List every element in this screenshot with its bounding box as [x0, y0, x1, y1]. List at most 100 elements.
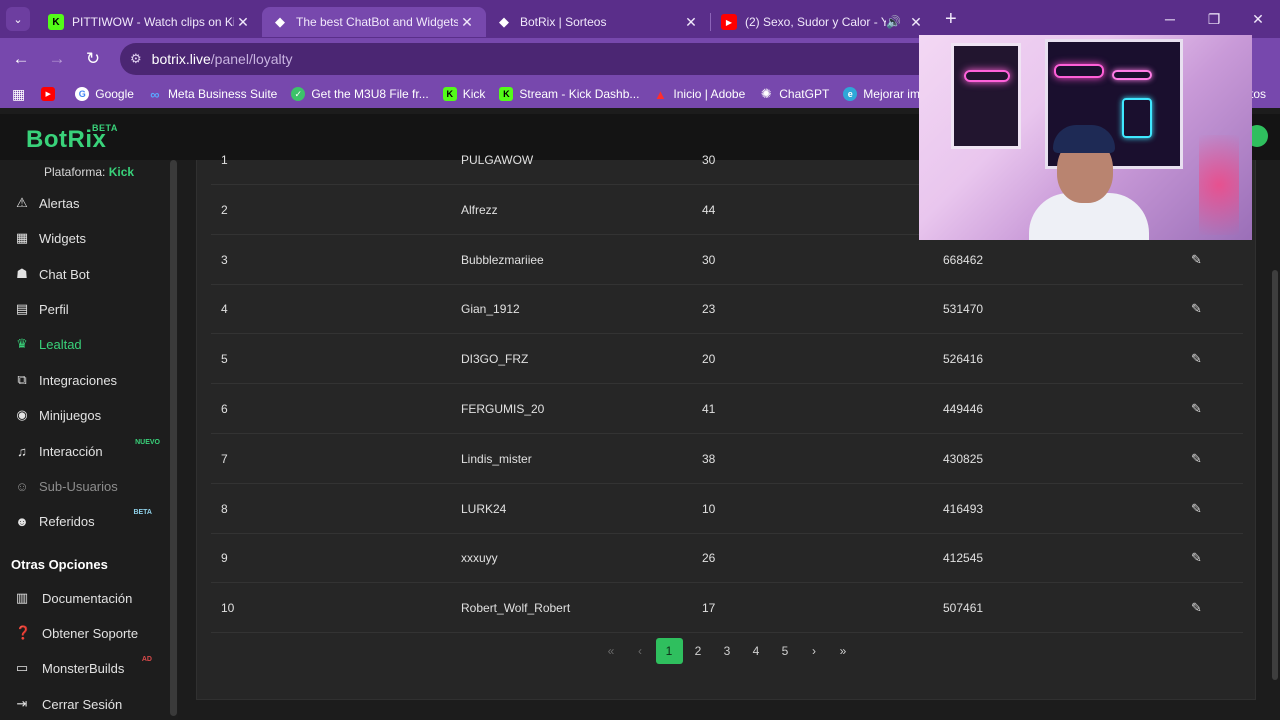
username-cell: xxxuyy	[461, 551, 498, 566]
sidebar-item-integraciones[interactable]: ⧉ Integraciones	[0, 365, 170, 395]
page-2-button[interactable]: 2	[684, 638, 713, 664]
bookmark-kick-dashboard[interactable]: K Stream - Kick Dashb...	[499, 87, 639, 101]
maximize-icon[interactable]: ❐	[1192, 0, 1236, 38]
bookmark-overflow-label[interactable]: tos	[1250, 87, 1266, 101]
bookmark-youtube[interactable]: ▶	[41, 87, 61, 101]
rank-cell: 3	[221, 252, 228, 267]
sidebar-item-sub-usuarios[interactable]: ☺ Sub-Usuarios	[0, 471, 170, 501]
grid-icon: ▦	[15, 230, 29, 245]
sidebar-item-chat-bot[interactable]: ☗ Chat Bot	[0, 259, 170, 289]
sidebar-item-interaccion[interactable]: ♫ Interacción NUEVO	[0, 436, 170, 466]
username-cell: FERGUMIS_20	[461, 402, 545, 416]
rank-cell: 5	[221, 352, 228, 367]
bookmark-label: Google	[95, 87, 134, 101]
back-arrow-icon[interactable]: ←	[4, 42, 38, 76]
logout-icon: ⇥	[16, 696, 28, 711]
sidebar-item-label: Obtener Soporte	[42, 625, 139, 641]
tab-search-button[interactable]: ⌄	[6, 7, 30, 31]
main-content: 1PULGAWOW30✎2Alfrezz44✎3Bubblezmariiee30…	[182, 152, 1280, 720]
points-cell: 526416	[943, 352, 984, 367]
bookmark-label: Meta Business Suite	[167, 87, 278, 101]
reload-icon[interactable]: ↻	[76, 42, 110, 76]
new-tab-button[interactable]: +	[945, 8, 957, 31]
browser-tab-2[interactable]: ◆ The best ChatBot and Widgets ✕	[262, 7, 486, 37]
rank-cell: 7	[221, 451, 228, 466]
sidebar-item-label: Alertas	[39, 195, 80, 211]
sidebar-item-alertas[interactable]: ⚠ Alertas	[0, 188, 170, 218]
page-1-button[interactable]: 1	[655, 638, 683, 664]
sidebar-item-label: Referidos	[39, 513, 95, 529]
leaderboard-panel: 1PULGAWOW30✎2Alfrezz44✎3Bubblezmariiee30…	[196, 152, 1257, 700]
question-icon: ❓	[15, 625, 32, 640]
pagination: « ‹ 1 2 3 4 5 › »	[197, 638, 1257, 664]
bookmark-meta[interactable]: ∞ Meta Business Suite	[148, 87, 278, 102]
sidebar-item-perfil[interactable]: ▤ Perfil	[0, 294, 170, 324]
bookmark-chatgpt[interactable]: ✺ ChatGPT	[759, 86, 829, 101]
site-info-icon[interactable]: ⚙	[130, 51, 142, 67]
bookmark-google[interactable]: G Google	[75, 87, 134, 101]
sidebar-scrollbar[interactable]	[170, 160, 177, 716]
platform-indicator: Plataforma: Kick	[44, 165, 134, 179]
close-window-icon[interactable]: ✕	[1236, 0, 1280, 38]
edit-pencil-icon[interactable]: ✎	[1191, 334, 1202, 384]
value-cell: 38	[702, 451, 716, 466]
kick-icon: K	[499, 87, 514, 101]
sidebar-item-obtener-soporte[interactable]: ❓ Obtener Soporte	[0, 618, 170, 648]
sidebar-item-label: Integraciones	[39, 372, 118, 388]
neon-sign	[1112, 70, 1152, 80]
sidebar-item-cerrar-sesion[interactable]: ⇥ Cerrar Sesión	[0, 689, 170, 719]
sidebar-item-referidos[interactable]: ☻ Referidos BETA	[0, 506, 170, 536]
sidebar-item-widgets[interactable]: ▦ Widgets	[0, 223, 170, 253]
sidebar-item-minijuegos[interactable]: ◉ Minijuegos	[0, 400, 170, 430]
adobe-icon: ▲	[653, 86, 667, 102]
browser-tab-4[interactable]: ▶ (2) Sexo, Sudor y Calor - YouTube 🔊 ✕	[711, 7, 935, 37]
sidebar-item-label: Documentación	[42, 590, 133, 606]
platform-value: Kick	[108, 165, 135, 179]
page-3-button[interactable]: 3	[713, 638, 742, 664]
sidebar-item-documentacion[interactable]: ▥ Documentación	[0, 583, 170, 613]
next-page-icon[interactable]: ›	[800, 638, 829, 664]
close-tab-icon[interactable]: ✕	[458, 14, 476, 31]
page-5-button[interactable]: 5	[771, 638, 800, 664]
bookmark-kick[interactable]: K Kick	[442, 87, 485, 101]
prev-page-icon[interactable]: ‹	[626, 638, 655, 664]
bookmark-m3u8[interactable]: ✓ Get the M3U8 File fr...	[291, 87, 429, 101]
tab-title: The best ChatBot and Widgets	[296, 15, 458, 29]
browser-tabstrip: ⌄ K PITTIWOW - Watch clips on Kick ✕ ◆ T…	[0, 0, 1280, 38]
close-tab-icon[interactable]: ✕	[907, 14, 925, 31]
edit-pencil-icon[interactable]: ✎	[1191, 384, 1202, 434]
value-cell: 23	[702, 302, 716, 317]
page-4-button[interactable]: 4	[742, 638, 771, 664]
user-group-icon: ☻	[15, 513, 29, 529]
forward-arrow-icon[interactable]: →	[40, 42, 74, 76]
browser-tab-3[interactable]: ◆ BotRix | Sorteos ✕	[486, 7, 710, 37]
value-cell: 30	[702, 153, 716, 167]
main-scrollbar[interactable]	[1272, 270, 1278, 680]
edit-pencil-icon[interactable]: ✎	[1191, 583, 1202, 633]
bookmark-adobe[interactable]: ▲ Inicio | Adobe	[653, 86, 745, 102]
username-cell: PULGAWOW	[461, 153, 534, 167]
edit-pencil-icon[interactable]: ✎	[1191, 235, 1202, 285]
close-tab-icon[interactable]: ✕	[234, 14, 252, 31]
first-page-icon[interactable]: «	[597, 638, 626, 664]
close-tab-icon[interactable]: ✕	[682, 14, 700, 31]
book-icon: ▥	[15, 590, 29, 605]
bookmark-label: Get the M3U8 File fr...	[311, 87, 429, 101]
edit-pencil-icon[interactable]: ✎	[1191, 284, 1202, 334]
rank-cell: 10	[221, 601, 235, 616]
edit-pencil-icon[interactable]: ✎	[1191, 533, 1202, 583]
speaker-icon[interactable]: 🔊	[886, 15, 901, 29]
edit-pencil-icon[interactable]: ✎	[1191, 434, 1202, 484]
botrix-logo[interactable]: BotRix BETA	[26, 123, 117, 154]
minimize-icon[interactable]: ─	[1148, 0, 1192, 38]
last-page-icon[interactable]: »	[829, 638, 858, 664]
apps-grid-icon[interactable]: ▦	[12, 86, 25, 103]
browser-tab-1[interactable]: K PITTIWOW - Watch clips on Kick ✕	[38, 7, 262, 37]
sidebar-item-lealtad[interactable]: ♛ Lealtad	[0, 329, 170, 359]
section-title-otras-opciones: Otras Opciones	[11, 557, 108, 572]
edit-pencil-icon[interactable]: ✎	[1191, 484, 1202, 534]
botrix-icon: ◆	[275, 14, 285, 29]
warning-icon: ⚠	[16, 195, 28, 210]
chatgpt-icon: ✺	[760, 86, 772, 101]
sidebar-item-monsterbuilds[interactable]: ▭ MonsterBuilds AD	[0, 653, 170, 683]
